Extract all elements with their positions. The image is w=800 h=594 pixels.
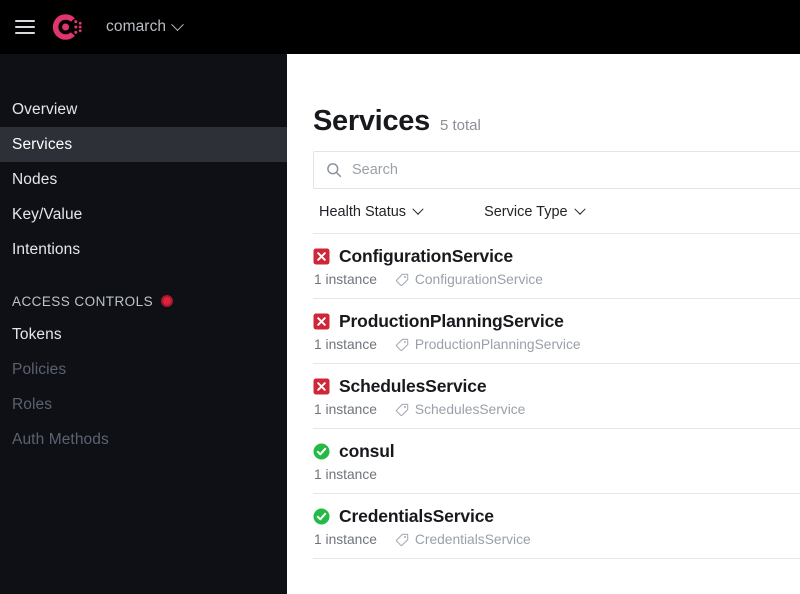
sidebar-item-overview[interactable]: Overview <box>0 92 287 127</box>
sidebar-item-policies[interactable]: Policies <box>0 352 287 387</box>
service-name: CredentialsService <box>339 506 494 526</box>
sidebar-item-label: Key/Value <box>12 205 83 223</box>
top-bar: comarch <box>0 0 800 54</box>
filter-health-status[interactable]: Health Status <box>319 203 424 220</box>
service-instance-count: 1 instance <box>314 402 377 417</box>
red-dot-icon <box>161 295 174 307</box>
service-name: ProductionPlanningService <box>339 311 564 331</box>
error-square-icon <box>313 313 330 330</box>
filter-service-type[interactable]: Service Type <box>484 203 586 220</box>
service-list-item[interactable]: ProductionPlanningService 1 instance Pro… <box>313 298 800 363</box>
filter-label: Health Status <box>319 204 407 220</box>
sidebar-item-services[interactable]: Services <box>0 127 287 162</box>
service-list-item[interactable]: ConfigurationService 1 instance Configur… <box>313 233 800 298</box>
service-tag: SchedulesService <box>395 402 525 417</box>
sidebar-item-label: Services <box>12 135 73 153</box>
service-title-row: SchedulesService <box>313 376 800 397</box>
search-input[interactable] <box>352 152 800 188</box>
service-meta-row: 1 instance <box>313 467 800 482</box>
sidebar-item-label: Overview <box>12 100 78 118</box>
org-selector[interactable]: comarch <box>106 17 185 36</box>
check-circle-icon <box>313 508 330 525</box>
service-tag-label: CredentialsService <box>414 532 531 547</box>
chevron-down-icon <box>573 203 586 215</box>
service-tag: ProductionPlanningService <box>395 337 581 352</box>
service-list: ConfigurationService 1 instance Configur… <box>287 233 800 559</box>
sidebar-item-roles[interactable]: Roles <box>0 387 287 422</box>
sidebar-item-intentions[interactable]: Intentions <box>0 232 287 267</box>
sidebar-item-tokens[interactable]: Tokens <box>0 317 287 352</box>
sidebar-item-label: Tokens <box>12 325 62 343</box>
service-tag: CredentialsService <box>395 532 531 547</box>
service-list-item[interactable]: SchedulesService 1 instance SchedulesSer… <box>313 363 800 428</box>
service-name: consul <box>339 441 395 461</box>
main-content: Services 5 total Health Status Service T… <box>287 54 800 594</box>
tag-icon <box>395 338 409 351</box>
sidebar-item-label: Policies <box>12 360 67 378</box>
sidebar-item-nodes[interactable]: Nodes <box>0 162 287 197</box>
service-meta-row: 1 instance CredentialsService <box>313 532 800 547</box>
service-name: SchedulesService <box>339 376 487 396</box>
service-title-row: consul <box>313 441 800 462</box>
service-tag-label: SchedulesService <box>414 402 526 417</box>
error-square-icon <box>313 378 330 395</box>
sidebar-item-auth-methods[interactable]: Auth Methods <box>0 422 287 457</box>
service-title-row: ConfigurationService <box>313 246 800 267</box>
error-square-icon <box>313 248 330 265</box>
service-meta-row: 1 instance ConfigurationService <box>313 272 800 287</box>
service-meta-row: 1 instance ProductionPlanningService <box>313 337 800 352</box>
org-name: comarch <box>106 18 167 35</box>
hamburger-line <box>15 26 35 28</box>
chevron-down-icon <box>412 203 424 215</box>
service-list-item[interactable]: consul 1 instance <box>313 428 800 493</box>
service-meta-row: 1 instance SchedulesService <box>313 402 800 417</box>
sidebar-item-label: Nodes <box>12 170 58 188</box>
chevron-down-icon <box>171 17 185 31</box>
filter-label: Service Type <box>484 204 568 220</box>
service-title-row: ProductionPlanningService <box>313 311 800 332</box>
service-instance-count: 1 instance <box>314 272 377 287</box>
services-total-count: 5 total <box>439 117 481 134</box>
service-instance-count: 1 instance <box>314 337 377 352</box>
sidebar-item-label: Intentions <box>12 240 81 258</box>
service-name: ConfigurationService <box>339 246 513 266</box>
tag-icon <box>395 403 409 416</box>
search-box[interactable] <box>313 151 800 189</box>
tag-icon <box>395 273 409 286</box>
tag-icon <box>395 533 409 546</box>
service-tag-label: ProductionPlanningService <box>414 337 581 352</box>
filter-bar: Health Status Service Type <box>287 189 800 220</box>
sidebar-item-label: Roles <box>12 395 53 413</box>
service-tag-label: ConfigurationService <box>414 272 543 287</box>
search-icon <box>327 163 342 178</box>
service-tag: ConfigurationService <box>395 272 543 287</box>
service-title-row: CredentialsService <box>313 506 800 527</box>
sidebar-item-key-value[interactable]: Key/Value <box>0 197 287 232</box>
service-instance-count: 1 instance <box>314 532 377 547</box>
hamburger-icon[interactable] <box>12 14 38 40</box>
service-instance-count: 1 instance <box>314 467 377 482</box>
check-circle-icon <box>313 443 330 460</box>
page-title: Services <box>313 105 430 137</box>
sidebar-item-label: Auth Methods <box>12 430 109 448</box>
sidebar-section-label: ACCESS CONTROLS <box>12 293 154 309</box>
consul-ui-window: comarch Overview Services Nodes Key/Valu… <box>0 0 800 594</box>
page-header: Services 5 total <box>287 54 800 138</box>
sidebar: Overview Services Nodes Key/Value Intent… <box>0 54 287 594</box>
sidebar-section-access-controls: ACCESS CONTROLS <box>0 285 287 317</box>
hamburger-line <box>15 32 35 34</box>
service-list-item[interactable]: CredentialsService 1 instance Credential… <box>313 493 800 559</box>
consul-logo-icon[interactable] <box>50 10 84 44</box>
hamburger-line <box>15 20 35 22</box>
